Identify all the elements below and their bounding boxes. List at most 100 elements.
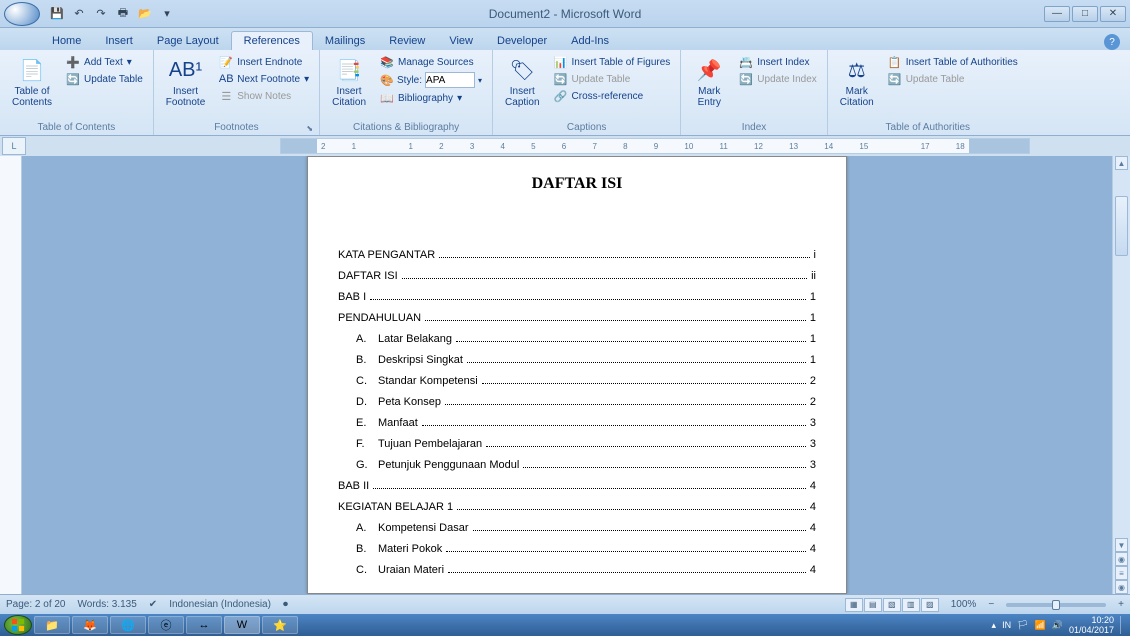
task-chrome[interactable]: 🌐: [110, 616, 146, 634]
show-notes-button[interactable]: ☰Show Notes: [215, 88, 313, 104]
tab-selector[interactable]: L: [2, 137, 26, 155]
tray-volume-icon[interactable]: 🔊: [1052, 620, 1063, 631]
tab-addins[interactable]: Add-Ins: [559, 32, 621, 50]
citation-style-row: 🎨 Style: ▾: [376, 71, 486, 89]
tray-flag-icon[interactable]: 🏳: [1017, 620, 1028, 631]
add-text-button[interactable]: ➕Add Text ▾: [62, 54, 147, 70]
group-toc: 📄 Table of Contents ➕Add Text ▾ 🔄Update …: [0, 50, 154, 135]
document-page[interactable]: DAFTAR ISI KATA PENGANTARiDAFTAR ISIiiBA…: [307, 156, 847, 594]
vertical-ruler[interactable]: [0, 156, 22, 594]
undo-icon[interactable]: ↶: [70, 5, 88, 23]
toc-row: BAB I1: [338, 291, 816, 303]
office-button[interactable]: [4, 2, 40, 26]
insert-citation-button[interactable]: 📑 Insert Citation: [326, 52, 372, 112]
scroll-down-icon[interactable]: ▼: [1115, 538, 1128, 552]
toc-text: Uraian Materi: [378, 564, 444, 576]
tab-review[interactable]: Review: [377, 32, 437, 50]
zoom-in-button[interactable]: +: [1118, 599, 1124, 610]
titlebar: 💾 ↶ ↷ 🖶 📂 ▾ Document2 - Microsoft Word —…: [0, 0, 1130, 28]
toc-text: DAFTAR ISI: [338, 270, 398, 282]
prev-page-icon[interactable]: ◉: [1115, 552, 1128, 566]
status-page[interactable]: Page: 2 of 20: [6, 599, 66, 610]
browse-object-icon[interactable]: ≡: [1115, 566, 1128, 580]
horizontal-ruler[interactable]: 211234567891011121314151718: [280, 138, 1030, 154]
task-teamviewer[interactable]: ↔: [186, 616, 222, 634]
toc-page: 3: [810, 438, 816, 450]
qat-customize-icon[interactable]: ▾: [158, 5, 176, 23]
cross-reference-button[interactable]: 🔗Cross-reference: [550, 88, 675, 104]
task-media[interactable]: ⭐: [262, 616, 298, 634]
insert-caption-button[interactable]: 🏷 Insert Caption: [499, 52, 545, 112]
footnote-icon: AB¹: [172, 56, 200, 84]
toc-text: Standar Kompetensi: [378, 375, 478, 387]
dropdown-icon[interactable]: ▾: [478, 76, 482, 85]
minimize-button[interactable]: —: [1044, 6, 1070, 22]
scroll-up-icon[interactable]: ▲: [1115, 156, 1128, 170]
zoom-thumb[interactable]: [1052, 600, 1060, 610]
save-icon[interactable]: 💾: [48, 5, 66, 23]
tab-page-layout[interactable]: Page Layout: [145, 32, 231, 50]
tray-language[interactable]: IN: [1002, 620, 1011, 630]
task-firefox[interactable]: 🦊: [72, 616, 108, 634]
show-desktop-button[interactable]: [1120, 616, 1126, 634]
insert-endnote-button[interactable]: 📝Insert Endnote: [215, 54, 313, 70]
toc-letter: G.: [356, 459, 378, 471]
update-toa-button[interactable]: 🔄Update Table: [884, 71, 1022, 87]
insert-table-of-figures-button[interactable]: 📊Insert Table of Figures: [550, 54, 675, 70]
toc-letter: D.: [356, 396, 378, 408]
tab-insert[interactable]: Insert: [93, 32, 145, 50]
scroll-thumb[interactable]: [1115, 196, 1128, 256]
draft-view-button[interactable]: ▨: [921, 598, 939, 612]
tray-clock[interactable]: 10:20 01/04/2017: [1069, 615, 1114, 635]
insert-index-button[interactable]: 📇Insert Index: [735, 54, 821, 70]
update-table-figures-button[interactable]: 🔄Update Table: [550, 71, 675, 87]
tray-expand-icon[interactable]: ▴: [992, 620, 997, 631]
zoom-slider[interactable]: [1006, 603, 1106, 607]
mark-citation-button[interactable]: ⚖ Mark Citation: [834, 52, 880, 112]
open-icon[interactable]: 📂: [136, 5, 154, 23]
tray-network-icon[interactable]: 📶: [1035, 620, 1046, 631]
web-layout-view-button[interactable]: ▧: [883, 598, 901, 612]
proofing-icon[interactable]: ✔: [149, 599, 157, 610]
task-explorer[interactable]: 📁: [34, 616, 70, 634]
tab-mailings[interactable]: Mailings: [313, 32, 377, 50]
macro-record-icon[interactable]: ⏺: [283, 599, 288, 610]
tab-home[interactable]: Home: [40, 32, 93, 50]
zoom-out-button[interactable]: −: [988, 599, 994, 610]
print-layout-view-button[interactable]: ▦: [845, 598, 863, 612]
full-screen-view-button[interactable]: ▤: [864, 598, 882, 612]
insert-table-authorities-button[interactable]: 📋Insert Table of Authorities: [884, 54, 1022, 70]
task-word[interactable]: W: [224, 616, 260, 634]
toc-letter: B.: [356, 354, 378, 366]
group-label-toc: Table of Contents: [6, 120, 147, 135]
toc-row: C.Standar Kompetensi2: [338, 375, 816, 387]
status-words[interactable]: Words: 3.135: [78, 599, 137, 610]
insert-footnote-button[interactable]: AB¹ Insert Footnote: [160, 52, 211, 112]
citation-style-select[interactable]: [425, 72, 475, 88]
zoom-level[interactable]: 100%: [951, 599, 977, 610]
redo-icon[interactable]: ↷: [92, 5, 110, 23]
task-edge[interactable]: ⓔ: [148, 616, 184, 634]
tab-references[interactable]: References: [231, 31, 313, 50]
status-language[interactable]: Indonesian (Indonesia): [169, 599, 271, 610]
footnotes-launcher-icon[interactable]: ⬊: [306, 124, 313, 133]
bibliography-button[interactable]: 📖Bibliography ▾: [376, 90, 486, 106]
mark-entry-button[interactable]: 📌 Mark Entry: [687, 52, 731, 112]
print-icon[interactable]: 🖶: [114, 5, 132, 23]
start-button[interactable]: [4, 615, 32, 635]
update-table-button[interactable]: 🔄Update Table: [62, 71, 147, 87]
next-footnote-button[interactable]: ABNext Footnote ▾: [215, 71, 313, 87]
toc-leader: [523, 467, 806, 468]
vertical-scrollbar[interactable]: ▲ ▼ ◉ ≡ ◉: [1112, 156, 1130, 594]
update-index-button[interactable]: 🔄Update Index: [735, 71, 821, 87]
help-button[interactable]: ?: [1104, 34, 1120, 50]
next-page-icon[interactable]: ◉: [1115, 580, 1128, 594]
close-button[interactable]: ✕: [1100, 6, 1126, 22]
view-buttons: ▦ ▤ ▧ ▥ ▨: [845, 598, 939, 612]
tab-developer[interactable]: Developer: [485, 32, 559, 50]
tab-view[interactable]: View: [437, 32, 485, 50]
outline-view-button[interactable]: ▥: [902, 598, 920, 612]
table-of-contents-button[interactable]: 📄 Table of Contents: [6, 52, 58, 112]
maximize-button[interactable]: □: [1072, 6, 1098, 22]
manage-sources-button[interactable]: 📚Manage Sources: [376, 54, 486, 70]
